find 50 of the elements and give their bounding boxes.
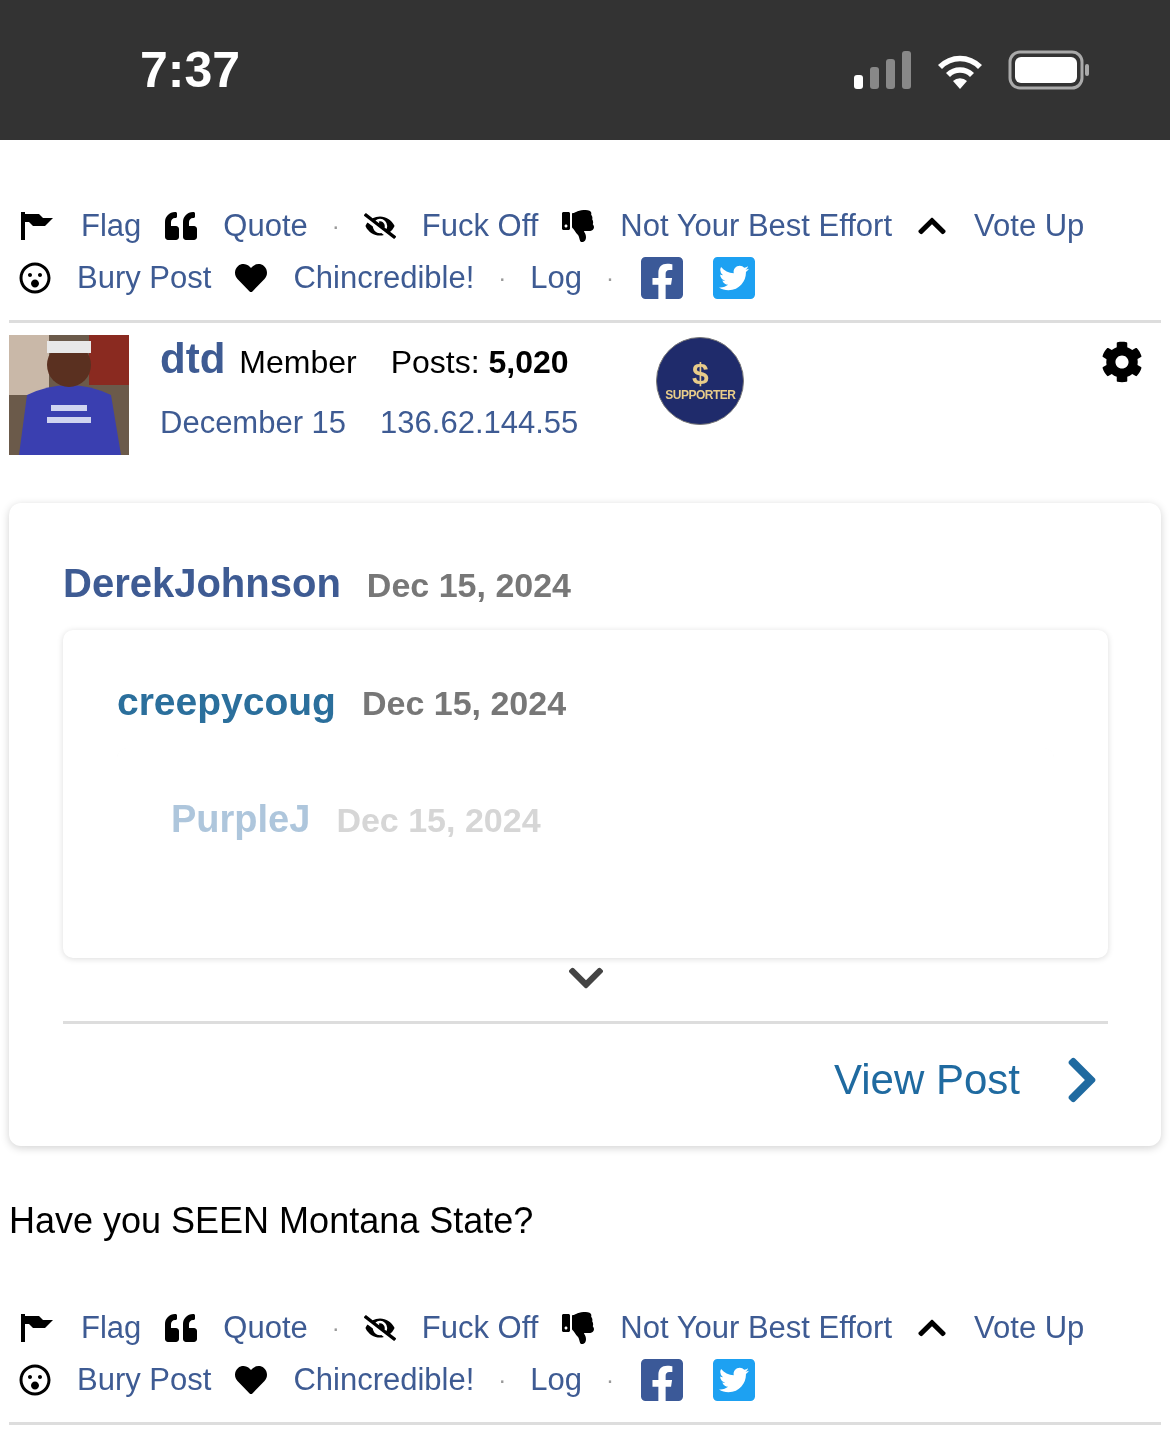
separator-dot: ·: [606, 1366, 615, 1394]
separator-dot: ·: [331, 1314, 340, 1342]
face-icon: [19, 1364, 51, 1396]
quote-date: Dec 15, 2024: [361, 684, 567, 723]
log-link[interactable]: Log: [530, 260, 583, 296]
quote-author[interactable]: creepycoug: [117, 680, 336, 724]
post-count: Posts: 5,020: [390, 344, 569, 381]
supporter-badge: $ SUPPORTER: [656, 337, 745, 425]
ip-address: 136.62.144.55: [380, 405, 579, 441]
heart-icon: [235, 262, 268, 294]
heart-icon: [235, 1364, 268, 1396]
quote-date: Dec 15, 2024: [366, 566, 572, 605]
eye-slash-icon: [363, 210, 396, 242]
action-link[interactable]: Bury Post: [77, 260, 212, 296]
battery-icon: [1008, 50, 1090, 90]
action-link[interactable]: Quote: [223, 1310, 308, 1346]
action-link[interactable]: Flag: [81, 1310, 142, 1346]
username-link[interactable]: dtd: [160, 335, 226, 383]
separator-dot: ·: [331, 212, 340, 240]
action-link[interactable]: Not Your Best Effort: [620, 208, 893, 244]
quote-icon: [165, 1312, 198, 1344]
flag-icon: [19, 210, 55, 242]
thumbs-down-icon: [562, 1312, 595, 1344]
log-link[interactable]: Log: [530, 1362, 583, 1398]
member-role: Member: [239, 344, 357, 381]
action-link[interactable]: Fuck Off: [421, 1310, 539, 1346]
action-link[interactable]: Chincredible!: [293, 1362, 475, 1398]
action-link[interactable]: Quote: [223, 208, 308, 244]
action-link[interactable]: Vote Up: [974, 1310, 1085, 1346]
action-link[interactable]: Vote Up: [974, 208, 1085, 244]
separator-dot: ·: [498, 1366, 507, 1394]
separator-dot: ·: [606, 264, 615, 292]
view-post-link[interactable]: View Post: [834, 1054, 1108, 1106]
separator-dot: ·: [498, 264, 507, 292]
post-date[interactable]: December 15: [160, 405, 347, 441]
flag-icon: [19, 1312, 55, 1344]
action-link[interactable]: Bury Post: [77, 1362, 212, 1398]
clock-time: 7:37: [140, 41, 241, 99]
eye-slash-icon: [363, 1312, 396, 1344]
action-link[interactable]: Fuck Off: [421, 208, 539, 244]
post-body: Have you SEEN Montana State?: [9, 1200, 535, 1242]
quote-author[interactable]: DerekJohnson: [63, 561, 341, 606]
action-link[interactable]: Not Your Best Effort: [620, 1310, 893, 1346]
signal-icon: [854, 51, 912, 89]
action-link[interactable]: Flag: [81, 208, 142, 244]
action-link[interactable]: Chincredible!: [293, 260, 475, 296]
face-icon: [19, 262, 51, 294]
settings-icon[interactable]: [1101, 341, 1143, 383]
quote-icon: [165, 210, 198, 242]
thumbs-down-icon: [562, 210, 595, 242]
